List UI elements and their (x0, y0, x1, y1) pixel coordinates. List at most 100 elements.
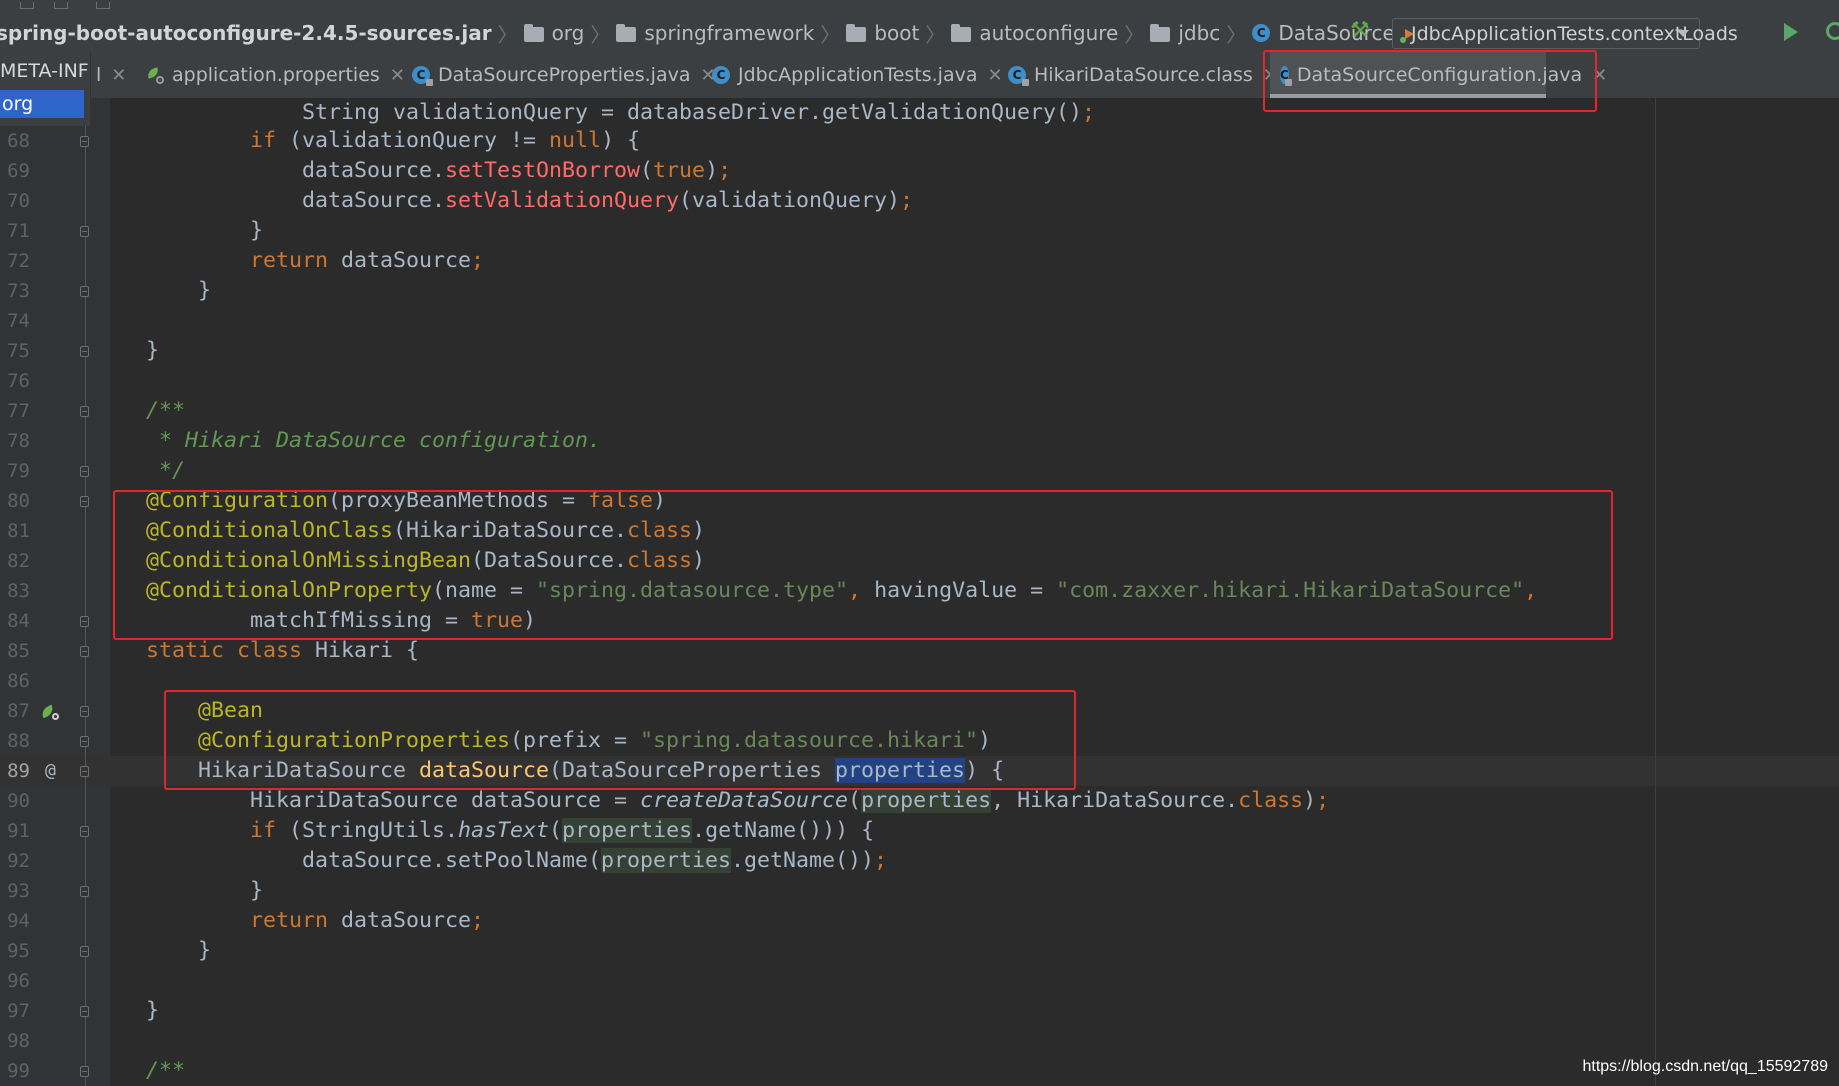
line-number: 75 (7, 340, 30, 362)
line-number: 94 (7, 910, 30, 932)
code-line-77: /** (146, 398, 186, 423)
main-toolbar (0, 0, 1839, 14)
code-line-89: HikariDataSource dataSource(DataSourcePr… (198, 758, 1005, 783)
tab-datasource-configuration[interactable]: C DataSourceConfiguration.java ✕ (1270, 52, 1607, 98)
watermark: https://blog.csdn.net/qq_15592789 (1582, 1058, 1828, 1075)
chevron-down-icon (1677, 30, 1689, 37)
fold-marker-icon[interactable] (80, 406, 89, 417)
close-icon[interactable]: ✕ (111, 65, 126, 86)
breadcrumb-separator: 〉 (497, 22, 518, 47)
line-number: 74 (7, 310, 30, 332)
breadcrumb-folder-springframework[interactable]: springframework (616, 21, 814, 45)
fold-marker-icon[interactable] (80, 226, 89, 237)
right-margin-guide (1655, 98, 1656, 1086)
fold-marker-icon[interactable] (80, 766, 89, 777)
fold-marker-icon[interactable] (80, 286, 89, 297)
project-tree-item-meta-inf[interactable]: META-INF (0, 60, 89, 82)
fold-marker-icon[interactable] (80, 736, 89, 747)
spring-properties-icon (146, 66, 164, 84)
autowired-at-icon[interactable]: @ (45, 760, 56, 781)
fold-marker-icon[interactable] (80, 466, 89, 477)
folder-icon (616, 23, 637, 42)
fold-marker-icon[interactable] (80, 496, 89, 507)
line-number: 92 (7, 850, 30, 872)
code-line-72: return dataSource; (250, 248, 485, 273)
code-line-93: } (250, 878, 264, 903)
spring-bean-icon[interactable] (41, 706, 59, 720)
class-icon: C (712, 66, 730, 84)
tab-jdbc-application-tests[interactable]: C JdbcApplicationTests.java ✕ (712, 52, 1003, 98)
close-icon[interactable]: ✕ (1592, 65, 1607, 86)
code-line-90: HikariDataSource dataSource = createData… (250, 788, 1330, 813)
run-icon[interactable] (1784, 23, 1798, 41)
fold-marker-icon[interactable] (80, 646, 89, 657)
close-icon[interactable]: ✕ (988, 65, 1003, 86)
line-number: 70 (7, 190, 30, 212)
project-tree-item-org[interactable]: org (0, 90, 84, 118)
toolbar-icon[interactable] (20, 2, 34, 9)
line-number: 96 (7, 970, 30, 992)
code-line-82: @ConditionalOnMissingBean(DataSource.cla… (146, 548, 706, 573)
fold-marker-icon[interactable] (80, 706, 89, 717)
breadcrumb-folder-jdbc[interactable]: jdbc (1150, 21, 1220, 45)
folder-icon (846, 23, 867, 42)
code-line-75: } (146, 338, 160, 363)
line-number: 77 (7, 400, 30, 422)
code-line-91: if (StringUtils.hasText(properties.getNa… (250, 818, 875, 843)
code-line-71: } (250, 218, 264, 243)
line-number: 72 (7, 250, 30, 272)
breadcrumb-jar[interactable]: spring-boot-autoconfigure-2.4.5-sources.… (0, 21, 492, 45)
code-line-99: /** (146, 1058, 186, 1083)
class-icon: C (1280, 66, 1292, 86)
build-hammer-icon[interactable]: ⚒ (1350, 18, 1370, 43)
fold-marker-icon[interactable] (80, 826, 89, 837)
code-editor[interactable]: 68 69 70 71 72 73 74 75 76 77 78 79 80 8… (0, 98, 1839, 1086)
line-number-current: 89 (7, 760, 30, 782)
fold-marker-icon[interactable] (80, 1066, 89, 1077)
line-number: 80 (7, 490, 30, 512)
gutter-divider (85, 98, 86, 1086)
line-number: 99 (7, 1060, 30, 1082)
class-icon: C (1252, 24, 1271, 42)
line-number: 83 (7, 580, 30, 602)
fold-marker-icon[interactable] (80, 346, 89, 357)
tab-partial[interactable]: l ✕ (96, 52, 126, 98)
fold-marker-icon[interactable] (80, 1006, 89, 1017)
code-line-92: dataSource.setPoolName(properties.getNam… (302, 848, 888, 873)
breadcrumb-separator: 〉 (925, 22, 946, 47)
code-line-83: @ConditionalOnProperty(name = "spring.da… (146, 578, 1538, 603)
folder-icon (951, 23, 972, 42)
fold-marker-icon[interactable] (80, 616, 89, 627)
line-number: 79 (7, 460, 30, 482)
code-line-88: @ConfigurationProperties(prefix = "sprin… (198, 728, 992, 753)
code-line-97: } (146, 998, 160, 1023)
class-icon: C (412, 66, 433, 86)
debug-icon[interactable] (1826, 22, 1839, 40)
line-number: 73 (7, 280, 30, 302)
code-line-79: */ (146, 458, 186, 483)
breadcrumb-separator: 〉 (1226, 22, 1247, 47)
breadcrumb-folder-boot[interactable]: boot (846, 21, 919, 45)
breadcrumb-folder-org[interactable]: org (523, 21, 584, 45)
toolbar-icon[interactable] (96, 2, 110, 9)
tab-hikari-datasource-class[interactable]: C HikariDataSource.class✕ (1008, 52, 1278, 98)
toolbar-icon[interactable] (54, 2, 68, 9)
class-icon: C (1008, 66, 1029, 86)
tab-application-properties[interactable]: application.properties ✕ (146, 52, 405, 98)
tab-datasource-properties[interactable]: C DataSourceProperties.java ✕ (412, 52, 716, 98)
code-line-69: dataSource.setTestOnBorrow(true); (302, 158, 732, 183)
folder-icon (1150, 23, 1171, 42)
fold-marker-icon[interactable] (80, 886, 89, 897)
line-number: 91 (7, 820, 30, 842)
run-configuration-dropdown[interactable]: JdbcApplicationTests.contextLoads (1392, 18, 1738, 49)
close-icon[interactable]: ✕ (390, 65, 405, 86)
breadcrumb-folder-autoconfigure[interactable]: autoconfigure (951, 21, 1118, 45)
code-line-73: } (198, 278, 212, 303)
line-number: 76 (7, 370, 30, 392)
fold-marker-icon[interactable] (80, 136, 89, 147)
code-line-87: @Bean (198, 698, 264, 723)
code-line-68: if (validationQuery != null) { (250, 128, 641, 153)
line-number: 86 (7, 670, 30, 692)
line-number: 93 (7, 880, 30, 902)
fold-marker-icon[interactable] (80, 946, 89, 957)
